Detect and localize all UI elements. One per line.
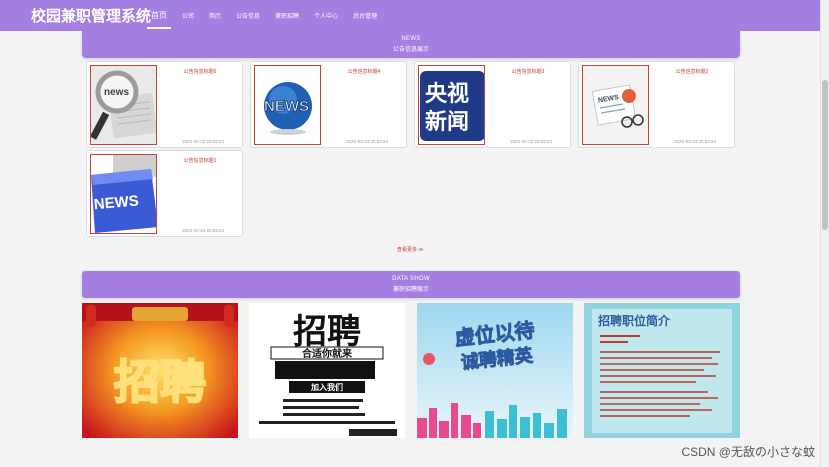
job-banner-1[interactable]: 招聘 [82, 303, 238, 438]
news-section-en: NEWS [401, 36, 421, 42]
news-title[interactable]: 公告信息标题4 [325, 68, 403, 75]
news-card[interactable]: NEWS 公告信息标题4 2022-02-23 20:53:24 [250, 61, 407, 148]
news-section-title: 公告信息展示 [392, 47, 429, 53]
data-show-section-title: 兼职招聘展示 [392, 287, 429, 293]
top-navbar: 校园兼职管理系统 首页 公司 简历 公告信息 兼职招聘 个人中心 后台管理 [0, 0, 820, 31]
news-time: 2022-02-23 20:53:24 [510, 139, 552, 144]
banner-text: 招聘 [114, 355, 206, 409]
nav-resume[interactable]: 简历 [209, 0, 221, 31]
data-show-section-header: DATA SHOW 兼职招聘展示 [82, 271, 740, 298]
news-time: 2022-02-23 20:53:24 [346, 139, 388, 144]
nav-company[interactable]: 公司 [182, 0, 194, 31]
news-time: 2022-02-23 20:53:24 [674, 139, 716, 144]
page-scrollbar[interactable] [820, 0, 829, 467]
scrollbar-thumb[interactable] [822, 80, 828, 230]
view-more-link[interactable]: 查看更多 ≫ [397, 246, 424, 253]
banner-sub: 合适你就来 [301, 347, 353, 360]
news-title[interactable]: 公告信息标题5 [161, 68, 239, 75]
news-section-header: NEWS 公告信息展示 [82, 31, 740, 58]
news-thumbnail-magnifier: news [90, 65, 157, 145]
news-title[interactable]: 公告信息标题1 [161, 157, 239, 164]
job-banner-3[interactable]: 虚位以待 诚聘精英 [417, 303, 573, 438]
news-card[interactable]: 央视 新闻 公告信息标题3 2022-02-23 20:53:24 [414, 61, 571, 148]
thumb-text: news [104, 87, 129, 98]
job-banner-4[interactable]: 招聘职位简介 [584, 303, 740, 438]
nav-admin[interactable]: 后台管理 [353, 0, 377, 31]
banner-join: 加入我们 [310, 382, 343, 392]
thumb-text-bottom: 新闻 [425, 109, 469, 135]
news-card[interactable]: NEWS 公告信息标题2 2022-02-23 20:53:24 [578, 61, 735, 148]
site-brand[interactable]: 校园兼职管理系统 [31, 5, 151, 26]
nav-home[interactable]: 首页 [147, 0, 171, 31]
main-nav: 首页 公司 简历 公告信息 兼职招聘 个人中心 后台管理 [147, 0, 392, 31]
news-time: 2022-02-23 20:53:24 [182, 228, 224, 233]
news-thumbnail-keyboard: NEWS [90, 154, 157, 234]
news-card[interactable]: NEWS 公告信息标题1 2022-02-23 20:53:24 [86, 150, 243, 237]
news-thumbnail-cctv: 央视 新闻 [418, 65, 485, 145]
news-time: 2022-02-23 20:53:24 [182, 139, 224, 144]
banner-text: 招聘职位简介 [598, 313, 671, 328]
news-title[interactable]: 公告信息标题2 [653, 68, 731, 75]
csdn-watermark: CSDN @无敌の小さな蚊 [681, 445, 815, 459]
nav-jobs[interactable]: 兼职招聘 [275, 0, 299, 31]
data-show-section-en: DATA SHOW [392, 276, 430, 282]
thumb-text: NEWS [264, 98, 309, 115]
news-title[interactable]: 公告信息标题3 [489, 68, 567, 75]
news-thumbnail-paper: NEWS [582, 65, 649, 145]
thumb-text-top: 央视 [425, 81, 469, 107]
news-thumbnail-globe: NEWS [254, 65, 321, 145]
job-banner-2[interactable]: 招聘 合适你就来 加入我们 [249, 303, 405, 438]
banner-text: 招聘 [293, 312, 361, 352]
news-card[interactable]: news 公告信息标题5 2022-02-23 20:53:24 [86, 61, 243, 148]
nav-profile[interactable]: 个人中心 [314, 0, 338, 31]
nav-announcements[interactable]: 公告信息 [236, 0, 260, 31]
